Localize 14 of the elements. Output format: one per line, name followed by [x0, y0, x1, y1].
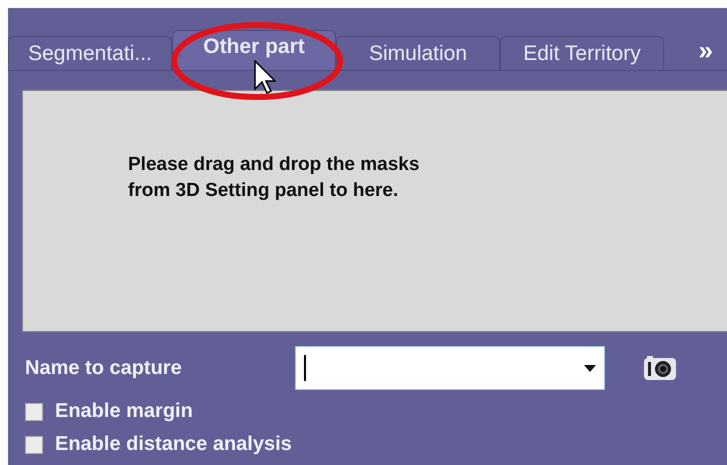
checkbox[interactable]: [25, 402, 43, 420]
checkbox[interactable]: [25, 436, 43, 454]
drop-message: Please drag and drop the masks from 3D Setting panel to here.: [128, 153, 420, 203]
pointer-icon: [254, 60, 276, 94]
tab[interactable]: Simulation: [336, 36, 500, 70]
text-cursor: [304, 355, 306, 381]
checkbox-label: Enable distance analysis: [55, 433, 292, 456]
tab[interactable]: Edit Territory: [500, 36, 664, 70]
dropdown-caret-icon: [584, 364, 596, 372]
checkbox-label: Enable margin: [55, 400, 193, 423]
field-label: Name to capture: [25, 356, 183, 380]
tab[interactable]: Segmentati...: [8, 36, 172, 70]
more-tabs-button[interactable]: »: [698, 34, 713, 66]
camera-icon[interactable]: [643, 355, 677, 381]
